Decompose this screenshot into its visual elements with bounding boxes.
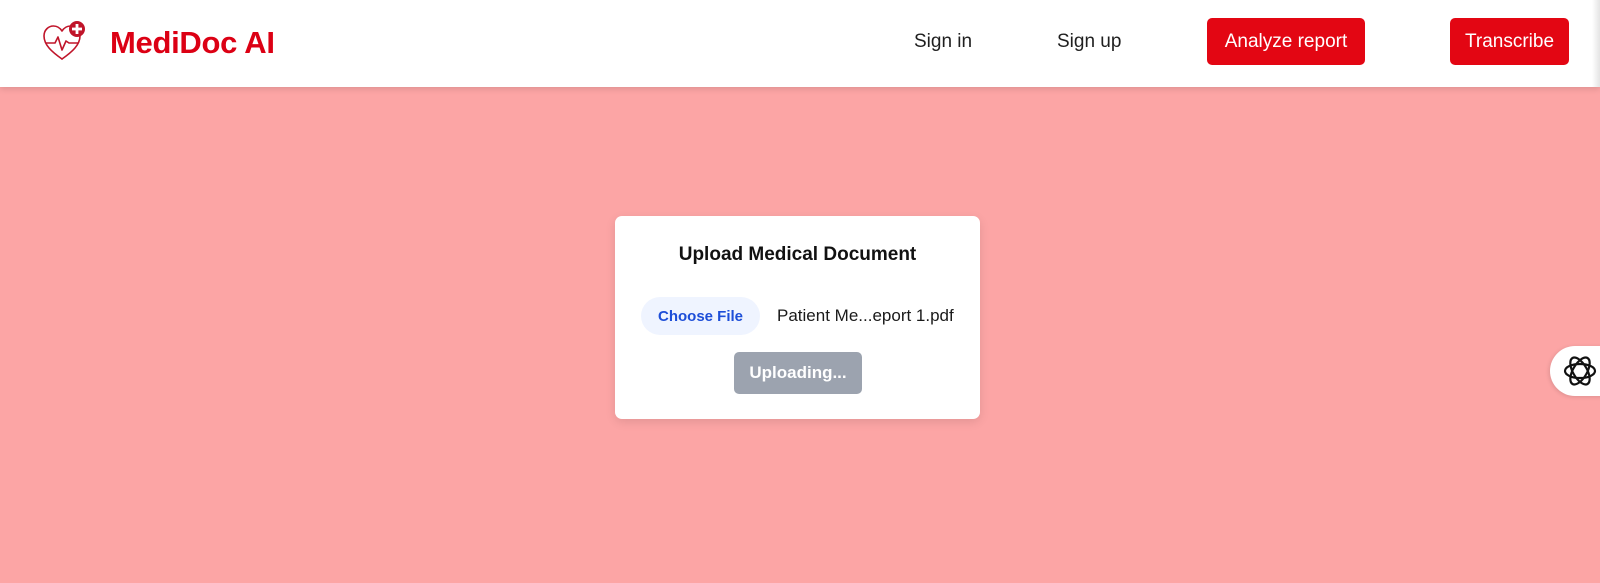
uploading-status-button: Uploading... — [734, 352, 862, 394]
upload-card-title: Upload Medical Document — [678, 244, 917, 265]
upload-card: Upload Medical Document Choose File Pati… — [615, 216, 980, 419]
file-input[interactable]: Choose File Patient Me...eport 1.pdf — [641, 297, 954, 335]
assistant-knot-icon — [1563, 356, 1597, 386]
top-navbar: MediDoc AI Sign in Sign up Analyze repor… — [0, 0, 1600, 87]
scrollbar-edge — [1592, 0, 1600, 87]
brand-logo[interactable]: MediDoc AI — [40, 14, 275, 72]
transcribe-button[interactable]: Transcribe — [1450, 18, 1569, 65]
sign-up-link[interactable]: Sign up — [1057, 28, 1121, 56]
brand-name: MediDoc AI — [110, 25, 275, 60]
heart-pulse-plus-icon — [43, 21, 85, 60]
assistant-launcher-button[interactable] — [1550, 346, 1600, 396]
selected-file-name: Patient Me...eport 1.pdf — [777, 306, 954, 325]
choose-file-button[interactable]: Choose File — [641, 297, 761, 335]
sign-in-link[interactable]: Sign in — [914, 28, 972, 56]
analyze-report-button[interactable]: Analyze report — [1207, 18, 1365, 65]
